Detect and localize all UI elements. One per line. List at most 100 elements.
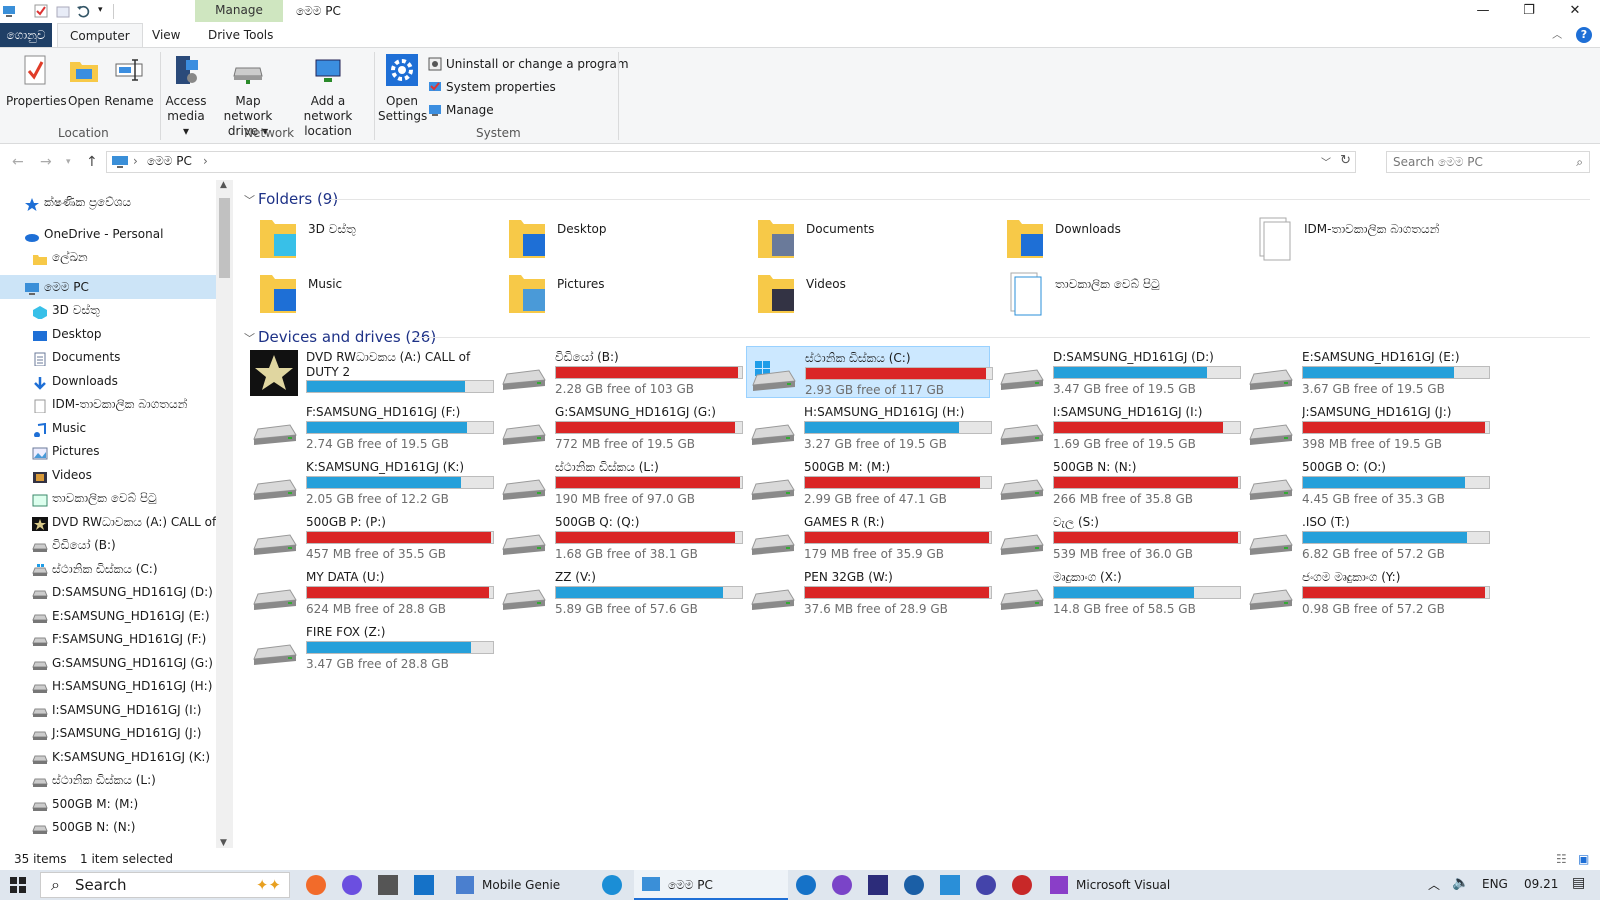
- tray-chevron-icon[interactable]: ︿: [1428, 876, 1440, 893]
- folder-item[interactable]: Videos: [754, 269, 994, 321]
- system-properties-button[interactable]: System properties: [428, 77, 556, 97]
- folder-item[interactable]: Downloads: [1003, 214, 1243, 266]
- close-button[interactable]: ✕: [1552, 0, 1598, 23]
- sidebar-item[interactable]: ක්ෂණික ප්‍රවේශය: [0, 190, 216, 214]
- drive-item[interactable]: E:SAMSUNG_HD161GJ (E:) 3.67 GB free of 19…: [1244, 346, 1490, 398]
- sidebar-item[interactable]: Desktop: [0, 322, 216, 346]
- app-icon[interactable]: [1012, 875, 1032, 895]
- drive-item[interactable]: I:SAMSUNG_HD161GJ (I:) 1.69 GB free of 19…: [995, 401, 1241, 453]
- sidebar-item[interactable]: Documents: [0, 345, 216, 369]
- scrollbar-thumb[interactable]: [219, 198, 230, 278]
- folder-item[interactable]: Desktop: [505, 214, 745, 266]
- open-settings-button[interactable]: Open Settings: [378, 54, 427, 124]
- tiles-view-icon[interactable]: ▣: [1578, 848, 1589, 870]
- folder-item[interactable]: Pictures: [505, 269, 745, 321]
- folder-item[interactable]: Music: [256, 269, 496, 321]
- sidebar-item[interactable]: I:SAMSUNG_HD161GJ (I:): [0, 698, 216, 722]
- drive-item[interactable]: H:SAMSUNG_HD161GJ (H:) 3.27 GB free of 19…: [746, 401, 992, 453]
- app-icon[interactable]: [940, 875, 960, 895]
- drive-item[interactable]: ZZ (V:) 5.89 GB free of 57.6 GB: [497, 566, 743, 618]
- folder-item[interactable]: IDM-තාවකාලික බාගතයන්: [1252, 214, 1492, 266]
- drive-item[interactable]: වැල (S:) 539 MB free of 36.0 GB: [995, 511, 1241, 563]
- calculator-icon[interactable]: [378, 875, 398, 895]
- tab-view[interactable]: View: [140, 23, 192, 47]
- sidebar-item[interactable]: Downloads: [0, 369, 216, 393]
- recent-locations-icon[interactable]: ▾: [66, 157, 71, 167]
- manage-button[interactable]: Manage: [428, 100, 494, 120]
- edge-icon[interactable]: [602, 875, 622, 895]
- collapse-ribbon-icon[interactable]: ︿: [1552, 30, 1562, 41]
- uninstall-program-button[interactable]: Uninstall or change a program: [428, 54, 629, 74]
- drive-item[interactable]: 500GB N: (N:) 266 MB free of 35.8 GB: [995, 456, 1241, 508]
- drive-item[interactable]: F:SAMSUNG_HD161GJ (F:) 2.74 GB free of 19…: [248, 401, 494, 453]
- drive-item[interactable]: මෘදුකාංග (X:) 14.8 GB free of 58.5 GB: [995, 566, 1241, 618]
- folder-item[interactable]: තාවකාලික වෙබ් පිටු: [1003, 269, 1243, 321]
- sidebar-item[interactable]: 500GB M: (M:): [0, 792, 216, 816]
- drive-item[interactable]: ජංගම මෘදුකාංග (Y:) 0.98 GB free of 57.2 G…: [1244, 566, 1490, 618]
- drive-item[interactable]: 500GB Q: (Q:) 1.68 GB free of 38.1 GB: [497, 511, 743, 563]
- sidebar-item[interactable]: G:SAMSUNG_HD161GJ (G:): [0, 651, 216, 675]
- sidebar-item[interactable]: 3D වස්තු: [0, 298, 216, 322]
- sidebar-item[interactable]: E:SAMSUNG_HD161GJ (E:): [0, 604, 216, 628]
- drive-item[interactable]: FIRE FOX (Z:) 3.47 GB free of 28.8 GB: [248, 621, 494, 673]
- app-icon[interactable]: [832, 875, 852, 895]
- drive-item[interactable]: 500GB M: (M:) 2.99 GB free of 47.1 GB: [746, 456, 992, 508]
- sidebar-item[interactable]: ලේඛන: [0, 245, 216, 269]
- app-icon[interactable]: [904, 875, 924, 895]
- properties-button[interactable]: Properties: [6, 54, 67, 109]
- undo-icon[interactable]: [76, 4, 90, 18]
- copilot-icon[interactable]: [342, 875, 362, 895]
- help-icon[interactable]: ?: [1576, 27, 1592, 43]
- drive-item[interactable]: D:SAMSUNG_HD161GJ (D:) 3.47 GB free of 19…: [995, 346, 1241, 398]
- tab-drive-tools[interactable]: Drive Tools: [196, 23, 285, 47]
- drive-item[interactable]: විඩියෝ (B:) 2.28 GB free of 103 GB: [497, 346, 743, 398]
- taskbar-visual-studio[interactable]: Microsoft Visual Studi...: [1042, 870, 1212, 900]
- forward-icon[interactable]: →: [40, 154, 52, 170]
- drive-item[interactable]: .ISO (T:) 6.82 GB free of 57.2 GB: [1244, 511, 1490, 563]
- app-icon[interactable]: [868, 875, 888, 895]
- sidebar-item[interactable]: තාවකාලික වෙබ් පිටු: [0, 486, 216, 510]
- rename-button[interactable]: Rename: [104, 54, 154, 109]
- clock[interactable]: 09.21: [1524, 877, 1558, 891]
- sidebar-item[interactable]: OneDrive - Personal: [0, 222, 216, 246]
- scroll-down-icon[interactable]: ▼: [220, 838, 227, 848]
- sidebar-item[interactable]: D:SAMSUNG_HD161GJ (D:): [0, 580, 216, 604]
- sidebar-item[interactable]: H:SAMSUNG_HD161GJ (H:): [0, 674, 216, 698]
- minimize-button[interactable]: —: [1460, 0, 1506, 23]
- sidebar-item[interactable]: ස්ථානික ඩිස්කය (L:): [0, 768, 216, 792]
- sidebar-item[interactable]: විඩියෝ (B:): [0, 533, 216, 557]
- sidebar-item[interactable]: K:SAMSUNG_HD161GJ (K:): [0, 745, 216, 769]
- sidebar-item[interactable]: මෙම PC: [0, 274, 216, 299]
- open-button[interactable]: Open: [66, 54, 102, 109]
- sidebar-item[interactable]: 500GB N: (N:): [0, 815, 216, 839]
- sidebar-item[interactable]: Videos: [0, 463, 216, 487]
- drive-item[interactable]: MY DATA (U:) 624 MB free of 28.8 GB: [248, 566, 494, 618]
- back-icon[interactable]: ←: [12, 154, 24, 170]
- drives-section-header[interactable]: ﹀ Devices and drives (26): [244, 326, 436, 348]
- drive-item[interactable]: ස්ථානික ඩිස්කය (L:) 190 MB free of 97.0 G…: [497, 456, 743, 508]
- up-icon[interactable]: ↑: [86, 154, 98, 170]
- sidebar-item[interactable]: ස්ථානික ඩිස්කය (C:): [0, 557, 216, 581]
- tab-file[interactable]: ගොනුව: [0, 23, 52, 47]
- firefox-icon[interactable]: [306, 875, 326, 895]
- quick-access-dropdown-icon[interactable]: ▾: [98, 5, 103, 15]
- search-input[interactable]: Search මෙම PC ⌕: [1386, 151, 1590, 173]
- scroll-up-icon[interactable]: ▲: [220, 180, 227, 190]
- drive-item[interactable]: DVD RWධාවකය (A:) CALL of DUTY 2: [248, 346, 494, 398]
- folder-item[interactable]: Documents: [754, 214, 994, 266]
- properties-check-icon[interactable]: [34, 4, 48, 18]
- manage-context-tab[interactable]: Manage: [195, 0, 283, 22]
- tab-computer[interactable]: Computer: [57, 23, 143, 47]
- drive-item[interactable]: 500GB P: (P:) 457 MB free of 35.5 GB: [248, 511, 494, 563]
- sidebar-item[interactable]: F:SAMSUNG_HD161GJ (F:): [0, 627, 216, 651]
- drive-item[interactable]: J:SAMSUNG_HD161GJ (J:) 398 MB free of 19.…: [1244, 401, 1490, 453]
- taskbar-search[interactable]: ⌕ Search ✦✦: [40, 872, 290, 898]
- outlook-icon[interactable]: [414, 875, 434, 895]
- drive-item[interactable]: 500GB O: (O:) 4.45 GB free of 35.3 GB: [1244, 456, 1490, 508]
- taskbar-file-explorer[interactable]: මෙම PC: [634, 870, 788, 900]
- refresh-icon[interactable]: ↻: [1340, 153, 1351, 168]
- folder-item[interactable]: 3D වස්තු: [256, 214, 496, 266]
- folders-section-header[interactable]: ﹀ Folders (9): [244, 188, 338, 210]
- drive-item[interactable]: K:SAMSUNG_HD161GJ (K:) 2.05 GB free of 12…: [248, 456, 494, 508]
- address-bar[interactable]: › මෙම PC › ﹀ ↻: [106, 151, 1356, 173]
